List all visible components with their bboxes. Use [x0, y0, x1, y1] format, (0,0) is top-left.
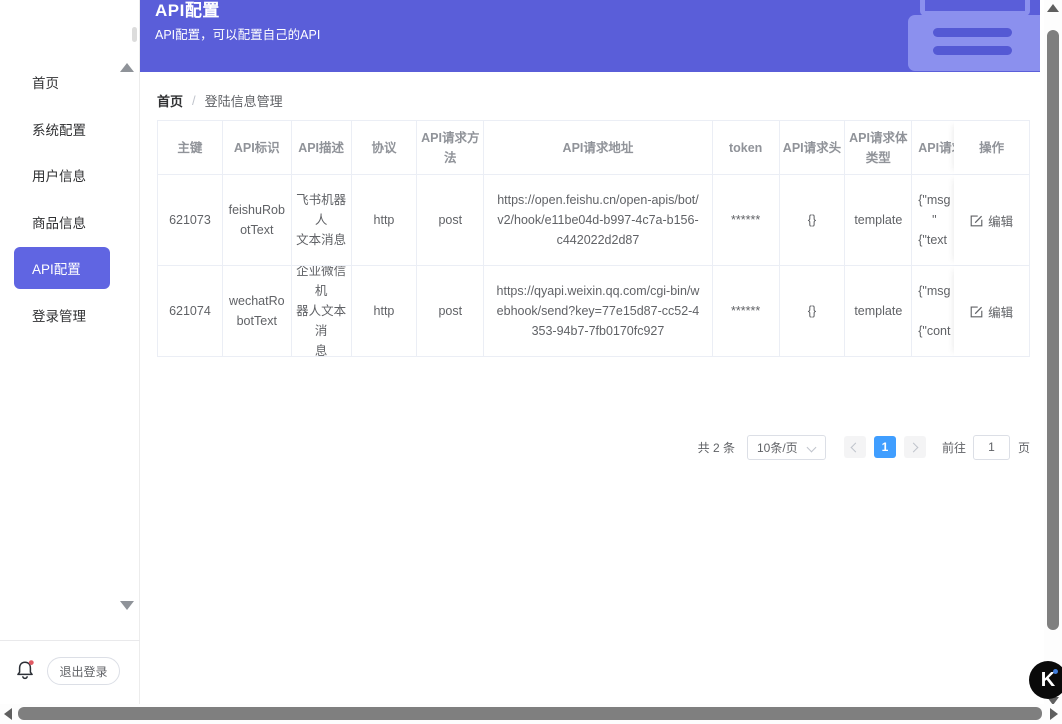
illustration-line-icon [933, 46, 1012, 55]
chevron-down-icon [807, 442, 817, 452]
edit-button[interactable]: 编辑 [970, 302, 1013, 321]
col-header-actions: 操作 [954, 121, 1029, 174]
cell-method: post [417, 175, 484, 265]
cell-actions: 编辑 [954, 175, 1029, 265]
cell-api-desc: 飞书机器人 文本消息 [292, 175, 352, 265]
page-title: API配置 [155, 0, 220, 21]
cell-headers: {} [780, 175, 846, 265]
api-table: 主键 API标识 API描述 协议 API请求方法 API请求地址 token … [157, 120, 1030, 357]
page-number-button[interactable]: 1 [874, 436, 896, 458]
breadcrumb-current: 登陆信息管理 [205, 91, 283, 110]
horizontal-scrollbar-thumb[interactable] [18, 707, 1042, 720]
sidebar-item-user-info[interactable]: 用户信息 [0, 152, 140, 199]
page-unit-label: 页 [1018, 439, 1030, 456]
page-size-select[interactable]: 10条/页 [747, 435, 826, 460]
cell-protocol: http [352, 175, 418, 265]
prev-page-button[interactable] [844, 436, 866, 458]
table-row: 621074 wechatRobotText 企业微信机 器人文本消 息 htt… [158, 266, 1029, 357]
cell-body-clipped: {"msg {"cont [912, 266, 954, 356]
cell-headers: {} [780, 266, 846, 356]
col-header-token: token [713, 121, 780, 174]
col-header-id: 主键 [158, 121, 223, 174]
sidebar-item-system-config[interactable]: 系统配置 [0, 106, 140, 153]
cell-id: 621074 [158, 266, 223, 356]
edit-button[interactable]: 编辑 [970, 211, 1013, 230]
table-header-row: 主键 API标识 API描述 协议 API请求方法 API请求地址 token … [158, 121, 1029, 175]
col-header-api-key: API标识 [223, 121, 292, 174]
cell-url: https://open.feishu.cn/open-apis/bot/v2/… [484, 175, 712, 265]
logout-button[interactable]: 退出登录 [47, 657, 120, 685]
col-header-url: API请求地址 [484, 121, 712, 174]
page-size-value: 10条/页 [757, 439, 798, 456]
scroll-left-arrow-icon[interactable] [4, 708, 12, 720]
col-header-protocol: 协议 [352, 121, 418, 174]
edit-icon [970, 214, 983, 227]
edit-button-label: 编辑 [988, 211, 1013, 230]
sidebar-item-home[interactable]: 首页 [0, 59, 140, 106]
next-page-button[interactable] [904, 436, 926, 458]
main-content: 首页 / 登陆信息管理 主键 API标识 API描述 协议 API请求方法 AP… [140, 72, 1040, 724]
sidebar-scrollbar-thumb[interactable] [132, 27, 137, 42]
page-subtitle: API配置，可以配置自己的API [155, 24, 320, 43]
cell-url: https://qyapi.weixin.qq.com/cgi-bin/webh… [484, 266, 712, 356]
header-illustration-document [908, 15, 1040, 71]
col-header-body-type: API请求体类型 [845, 121, 912, 174]
cell-id: 621073 [158, 175, 223, 265]
col-header-method: API请求方法 [417, 121, 484, 174]
cell-body-type: template [845, 266, 912, 356]
cell-actions: 编辑 [954, 266, 1029, 356]
col-header-api-desc: API描述 [292, 121, 352, 174]
horizontal-scrollbar[interactable] [0, 704, 1062, 724]
sidebar-item-product-info[interactable]: 商品信息 [0, 199, 140, 246]
k-badge-dot [1053, 669, 1058, 674]
cell-body-clipped: {"msg " {"text [912, 175, 954, 265]
page-header: API配置 API配置，可以配置自己的API [140, 0, 1040, 72]
vertical-scrollbar-thumb[interactable] [1047, 30, 1059, 630]
sidebar-item-api-config[interactable]: API配置 [14, 247, 110, 289]
col-header-headers: API请求头 [780, 121, 846, 174]
cell-body-type: template [845, 175, 912, 265]
breadcrumb: 首页 / 登陆信息管理 [157, 91, 283, 110]
goto-page-input[interactable] [973, 435, 1010, 460]
cell-api-desc: 企业微信机 器人文本消 息 [292, 266, 352, 356]
app-window: 首页 系统配置 用户信息 商品信息 API配置 登录管理 退出登录 API配置 … [0, 0, 1062, 724]
sidebar-menu: 首页 系统配置 用户信息 商品信息 API配置 登录管理 [0, 59, 140, 338]
sidebar-scroll-down-icon[interactable] [120, 601, 134, 610]
breadcrumb-home[interactable]: 首页 [157, 91, 183, 110]
breadcrumb-separator: / [192, 93, 196, 108]
pagination: 共 2 条 10条/页 1 前往 页 [698, 434, 1030, 460]
cell-protocol: http [352, 266, 418, 356]
goto-page-label: 前往 [942, 439, 966, 456]
scroll-up-arrow-icon[interactable] [1047, 4, 1059, 12]
scroll-right-arrow-icon[interactable] [1050, 708, 1058, 720]
cell-api-key: wechatRobotText [223, 266, 292, 356]
chevron-right-icon [909, 442, 919, 452]
sidebar-footer-divider [0, 640, 140, 641]
sidebar-item-login-mgmt[interactable]: 登录管理 [0, 292, 140, 339]
edit-button-label: 编辑 [988, 302, 1013, 321]
cell-api-key: feishuRobotText [223, 175, 292, 265]
col-header-body: API请求体 [912, 121, 954, 174]
table-row: 621073 feishuRobotText 飞书机器人 文本消息 http p… [158, 175, 1029, 266]
cell-token: ****** [713, 175, 780, 265]
bell-icon [13, 658, 37, 682]
chevron-left-icon [851, 442, 861, 452]
notification-bell-icon[interactable] [13, 658, 37, 682]
k-assistant-badge[interactable]: K [1029, 661, 1062, 699]
sidebar: 首页 系统配置 用户信息 商品信息 API配置 登录管理 退出登录 [0, 0, 140, 724]
edit-icon [970, 305, 983, 318]
illustration-line-icon [933, 28, 1012, 37]
pagination-total: 共 2 条 [698, 439, 735, 456]
header-illustration-frame [920, 0, 1030, 16]
vertical-scrollbar[interactable] [1044, 0, 1062, 724]
cell-token: ****** [713, 266, 780, 356]
cell-method: post [417, 266, 484, 356]
notification-dot [29, 660, 34, 665]
